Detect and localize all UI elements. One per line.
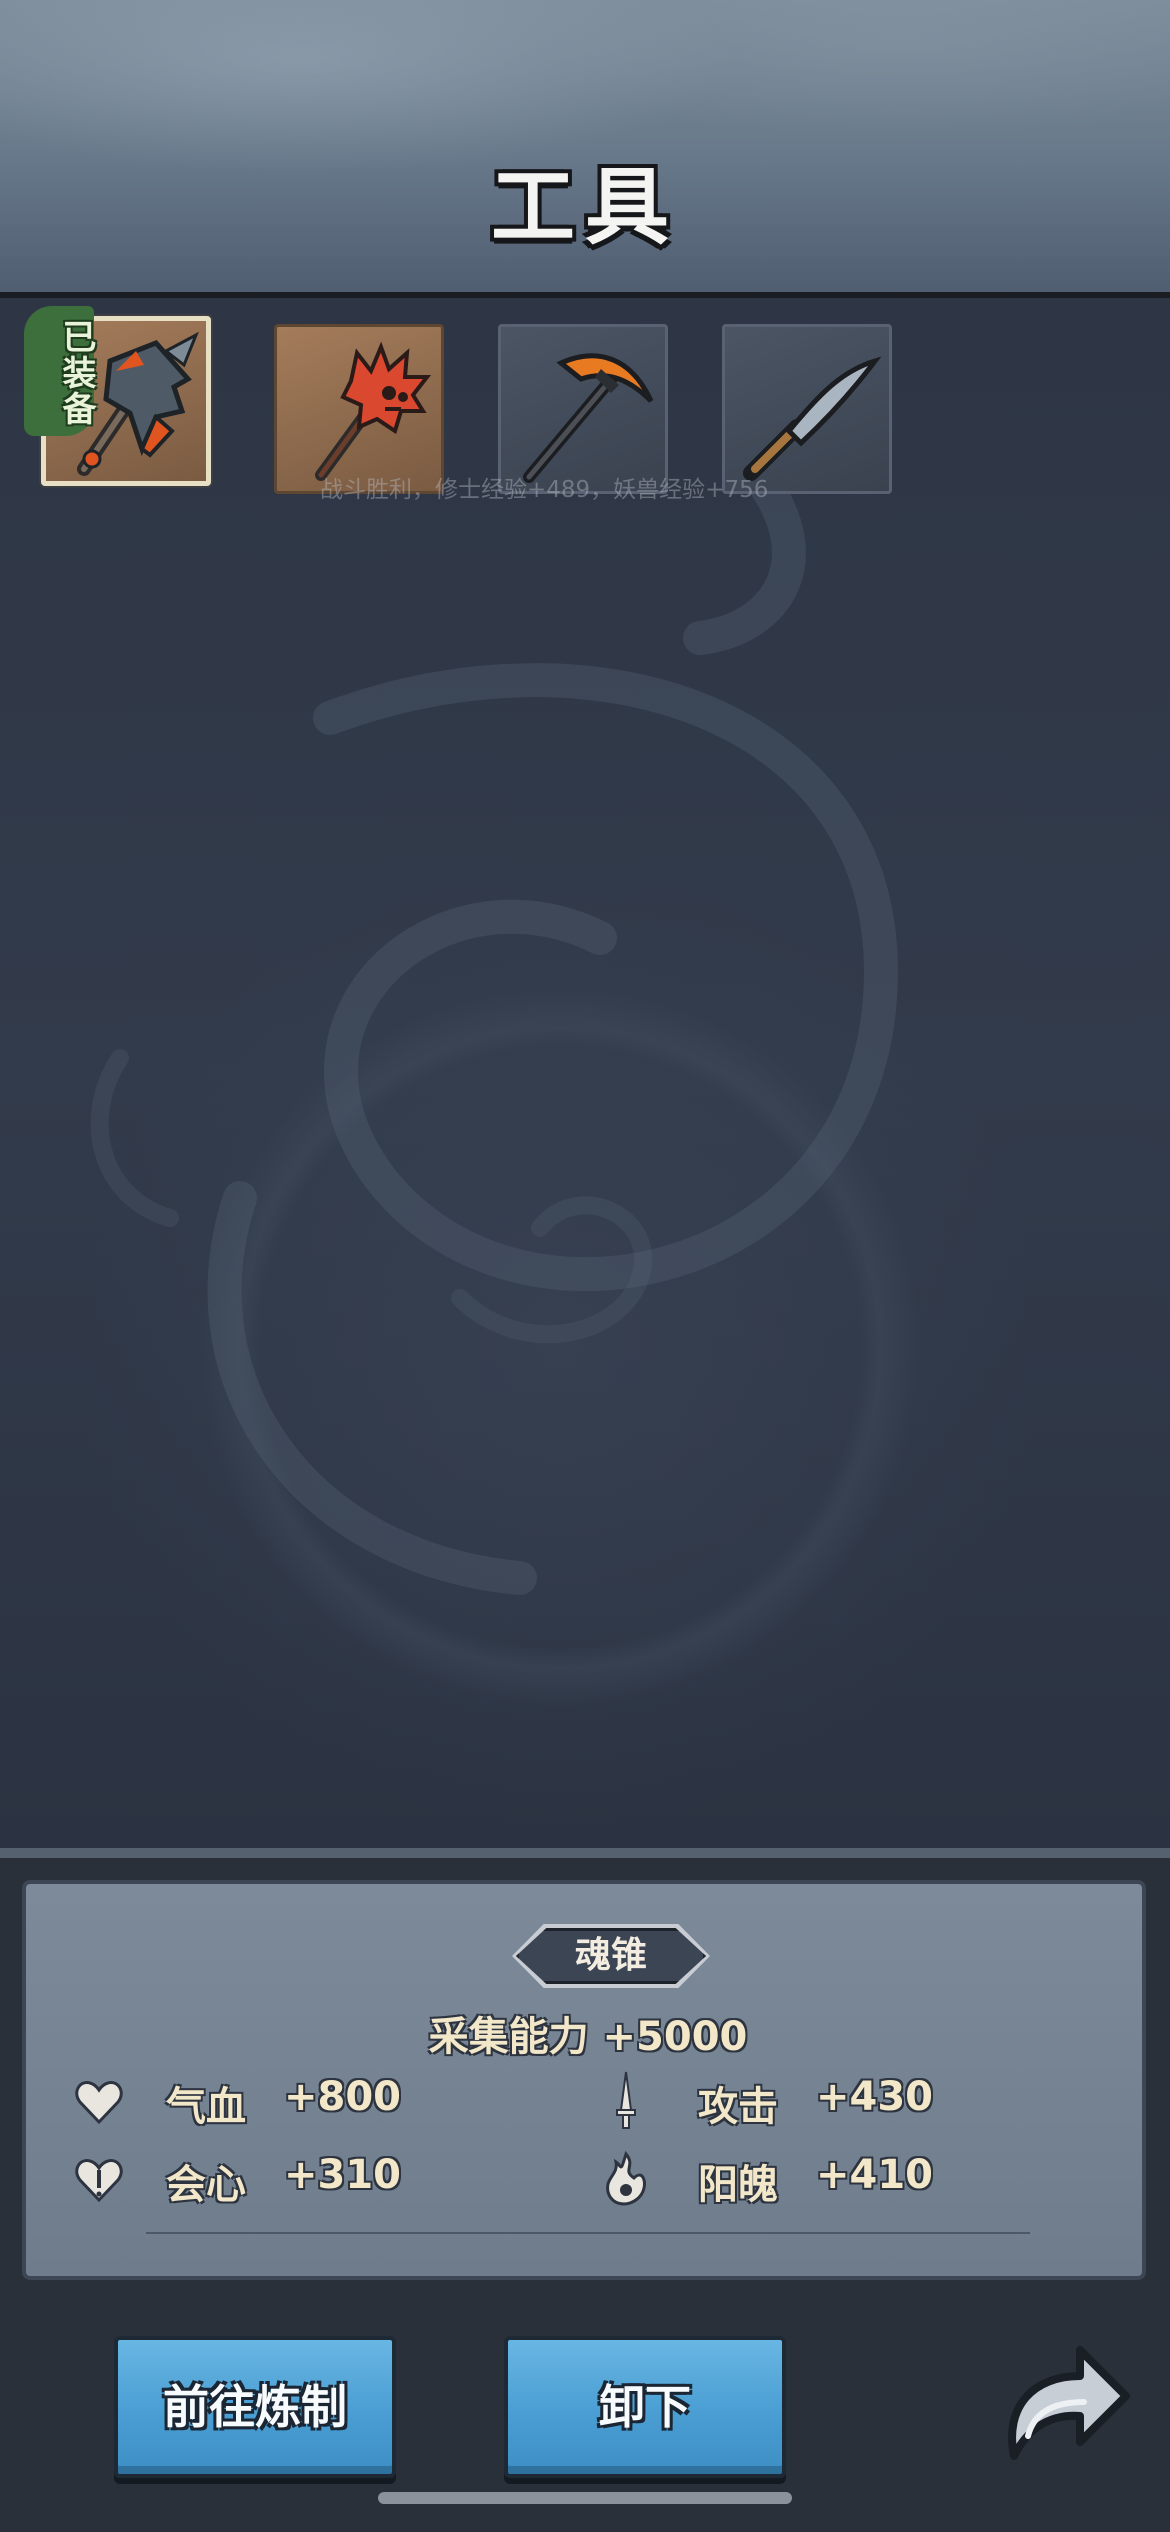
app-root: 工具 已装备 战斗胜利，修士经验+489，妖兽经验+756 魂锥 采集能力 +5…: [0, 0, 1170, 2532]
stat-label-hp: 气血: [166, 2084, 246, 2130]
equipped-badge: 已装备: [24, 306, 96, 436]
stat-value-attack: +430: [816, 2074, 934, 2120]
soul-flame-icon: [606, 2150, 646, 2206]
item-detail-area: 魂锥 采集能力 +5000 气血 +800 攻击 +430 会心 +310 阳魄…: [0, 1848, 1170, 2532]
tool-slot-4[interactable]: [722, 324, 892, 494]
refine-button[interactable]: 前往炼制: [114, 2336, 396, 2478]
stat-value-yangpo: +410: [816, 2152, 934, 2198]
panel-divider: [146, 2232, 1030, 2234]
heart-icon: [75, 2081, 123, 2125]
stat-label-yangpo: 阳魄: [698, 2162, 778, 2208]
sword-icon: [616, 2071, 636, 2129]
battle-result-toast: 战斗胜利，修士经验+489，妖兽经验+756: [320, 477, 769, 503]
refine-button-label: 前往炼制: [163, 2380, 347, 2434]
stat-label-attack: 攻击: [698, 2084, 778, 2130]
tool-slot-3[interactable]: [498, 324, 668, 494]
gather-ability-stat: 采集能力 +5000: [428, 2014, 748, 2060]
header: 工具: [0, 0, 1170, 298]
unequip-button[interactable]: 卸下: [504, 2336, 786, 2478]
tool-slot-2[interactable]: [274, 324, 444, 494]
sickle-icon: [743, 356, 882, 481]
stat-value-hp: +800: [284, 2074, 402, 2120]
item-name: 魂锥: [516, 1928, 706, 1984]
stat-label-crit: 会心: [166, 2162, 246, 2208]
tool-grid-area: [0, 298, 1170, 1848]
unequip-button-label: 卸下: [599, 2380, 691, 2434]
background-swirl-decoration: [90, 461, 898, 1595]
return-arrow-icon[interactable]: [994, 2336, 1134, 2476]
item-detail-panel: 魂锥 采集能力 +5000 气血 +800 攻击 +430 会心 +310 阳魄…: [22, 1880, 1146, 2280]
pickaxe-icon: [523, 353, 654, 483]
crit-heart-icon: [75, 2159, 123, 2203]
skull-mace-icon: [315, 341, 432, 481]
page-title: 工具: [490, 158, 679, 256]
home-indicator[interactable]: [378, 2492, 792, 2504]
stat-value-crit: +310: [284, 2152, 402, 2198]
